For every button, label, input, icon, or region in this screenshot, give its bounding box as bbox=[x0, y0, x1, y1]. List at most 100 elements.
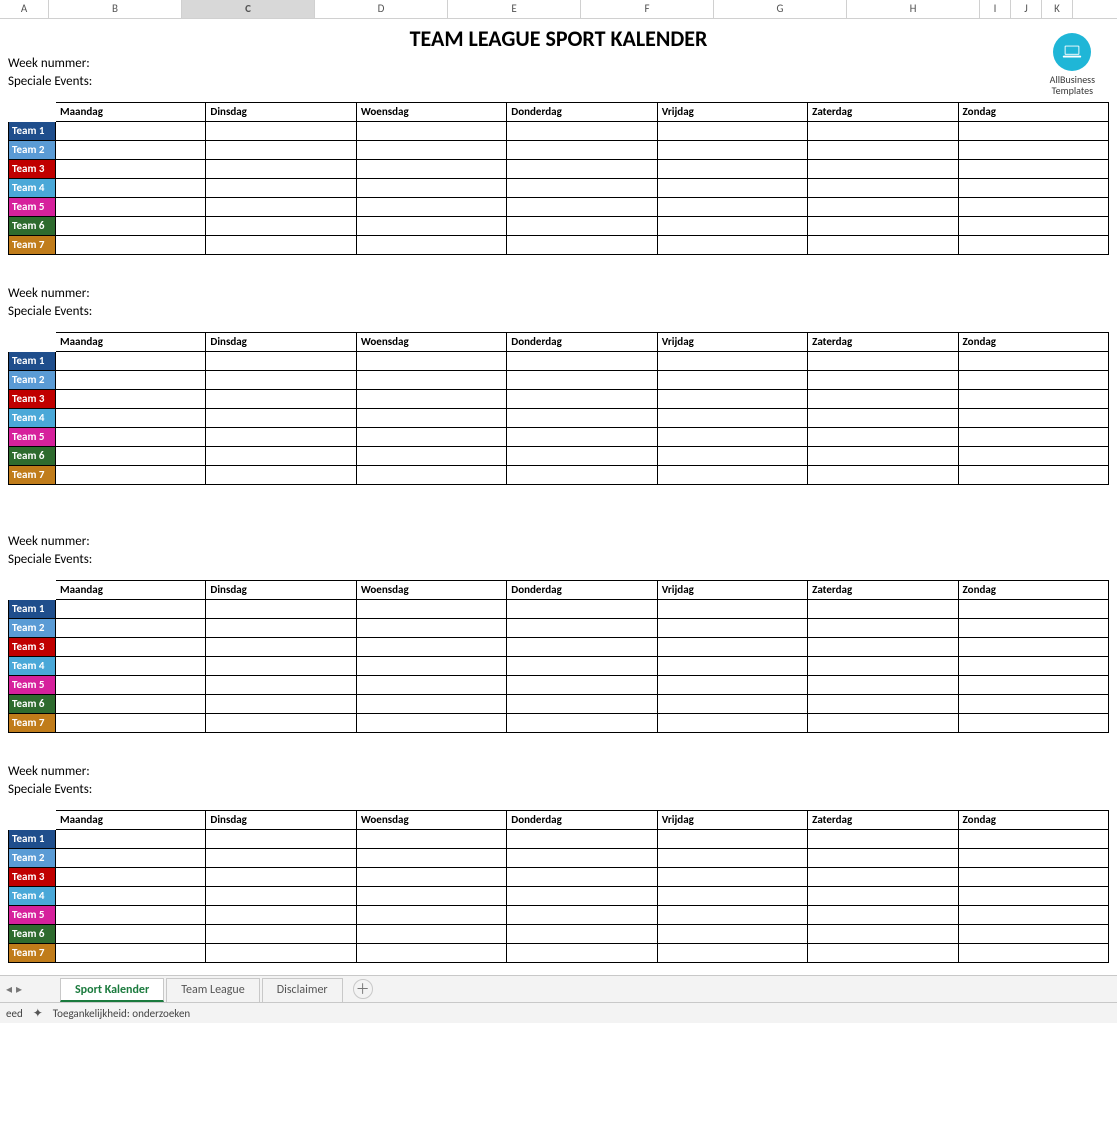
schedule-cell[interactable] bbox=[206, 714, 356, 733]
schedule-cell[interactable] bbox=[959, 141, 1109, 160]
schedule-cell[interactable] bbox=[808, 638, 958, 657]
schedule-cell[interactable] bbox=[959, 868, 1109, 887]
schedule-cell[interactable] bbox=[959, 217, 1109, 236]
schedule-cell[interactable] bbox=[658, 352, 808, 371]
schedule-cell[interactable] bbox=[56, 830, 206, 849]
schedule-cell[interactable] bbox=[357, 466, 507, 485]
schedule-cell[interactable] bbox=[507, 925, 657, 944]
schedule-cell[interactable] bbox=[357, 868, 507, 887]
schedule-cell[interactable] bbox=[959, 657, 1109, 676]
schedule-cell[interactable] bbox=[507, 409, 657, 428]
schedule-cell[interactable] bbox=[808, 695, 958, 714]
schedule-cell[interactable] bbox=[357, 179, 507, 198]
schedule-cell[interactable] bbox=[56, 657, 206, 676]
column-header-J[interactable]: J bbox=[1011, 0, 1042, 18]
schedule-cell[interactable] bbox=[56, 428, 206, 447]
schedule-cell[interactable] bbox=[658, 371, 808, 390]
schedule-cell[interactable] bbox=[357, 409, 507, 428]
schedule-cell[interactable] bbox=[507, 141, 657, 160]
schedule-cell[interactable] bbox=[959, 830, 1109, 849]
schedule-cell[interactable] bbox=[206, 352, 356, 371]
column-header-H[interactable]: H bbox=[847, 0, 980, 18]
schedule-cell[interactable] bbox=[808, 868, 958, 887]
schedule-cell[interactable] bbox=[658, 868, 808, 887]
schedule-cell[interactable] bbox=[206, 925, 356, 944]
schedule-cell[interactable] bbox=[658, 906, 808, 925]
schedule-cell[interactable] bbox=[959, 619, 1109, 638]
schedule-cell[interactable] bbox=[658, 925, 808, 944]
tab-nav-next-icon[interactable]: ▸ bbox=[16, 982, 22, 997]
schedule-cell[interactable] bbox=[206, 371, 356, 390]
schedule-cell[interactable] bbox=[959, 390, 1109, 409]
schedule-cell[interactable] bbox=[959, 849, 1109, 868]
schedule-cell[interactable] bbox=[56, 236, 206, 255]
schedule-cell[interactable] bbox=[357, 676, 507, 695]
column-header-C[interactable]: C bbox=[182, 0, 315, 18]
schedule-cell[interactable] bbox=[206, 695, 356, 714]
schedule-cell[interactable] bbox=[507, 849, 657, 868]
sheet-tab[interactable]: Team League bbox=[166, 978, 260, 1002]
schedule-cell[interactable] bbox=[808, 409, 958, 428]
schedule-cell[interactable] bbox=[658, 676, 808, 695]
schedule-cell[interactable] bbox=[206, 428, 356, 447]
column-header-K[interactable]: K bbox=[1042, 0, 1073, 18]
schedule-cell[interactable] bbox=[357, 714, 507, 733]
schedule-cell[interactable] bbox=[959, 925, 1109, 944]
schedule-cell[interactable] bbox=[658, 236, 808, 255]
schedule-cell[interactable] bbox=[808, 371, 958, 390]
schedule-cell[interactable] bbox=[357, 122, 507, 141]
schedule-cell[interactable] bbox=[658, 619, 808, 638]
schedule-cell[interactable] bbox=[808, 830, 958, 849]
schedule-cell[interactable] bbox=[357, 352, 507, 371]
schedule-cell[interactable] bbox=[808, 714, 958, 733]
schedule-cell[interactable] bbox=[959, 352, 1109, 371]
schedule-cell[interactable] bbox=[206, 600, 356, 619]
schedule-cell[interactable] bbox=[959, 371, 1109, 390]
schedule-cell[interactable] bbox=[808, 352, 958, 371]
schedule-cell[interactable] bbox=[206, 122, 356, 141]
schedule-cell[interactable] bbox=[206, 390, 356, 409]
schedule-cell[interactable] bbox=[56, 409, 206, 428]
schedule-cell[interactable] bbox=[808, 466, 958, 485]
schedule-cell[interactable] bbox=[357, 925, 507, 944]
schedule-cell[interactable] bbox=[507, 390, 657, 409]
schedule-cell[interactable] bbox=[357, 657, 507, 676]
schedule-cell[interactable] bbox=[206, 160, 356, 179]
schedule-cell[interactable] bbox=[959, 887, 1109, 906]
schedule-cell[interactable] bbox=[658, 887, 808, 906]
schedule-cell[interactable] bbox=[808, 676, 958, 695]
schedule-cell[interactable] bbox=[658, 849, 808, 868]
tab-nav-prev-icon[interactable]: ◂ bbox=[6, 982, 12, 997]
schedule-cell[interactable] bbox=[56, 925, 206, 944]
schedule-cell[interactable] bbox=[56, 676, 206, 695]
schedule-cell[interactable] bbox=[56, 390, 206, 409]
schedule-cell[interactable] bbox=[959, 944, 1109, 963]
schedule-cell[interactable] bbox=[56, 600, 206, 619]
schedule-cell[interactable] bbox=[206, 466, 356, 485]
schedule-cell[interactable] bbox=[206, 887, 356, 906]
sheet-tab[interactable]: Sport Kalender bbox=[60, 978, 164, 1002]
schedule-cell[interactable] bbox=[206, 849, 356, 868]
schedule-cell[interactable] bbox=[808, 122, 958, 141]
schedule-cell[interactable] bbox=[959, 409, 1109, 428]
schedule-cell[interactable] bbox=[658, 657, 808, 676]
column-header-B[interactable]: B bbox=[49, 0, 182, 18]
schedule-cell[interactable] bbox=[658, 714, 808, 733]
schedule-cell[interactable] bbox=[56, 447, 206, 466]
schedule-cell[interactable] bbox=[658, 160, 808, 179]
schedule-cell[interactable] bbox=[357, 849, 507, 868]
schedule-cell[interactable] bbox=[808, 887, 958, 906]
schedule-cell[interactable] bbox=[959, 122, 1109, 141]
schedule-cell[interactable] bbox=[507, 695, 657, 714]
schedule-cell[interactable] bbox=[357, 944, 507, 963]
schedule-cell[interactable] bbox=[808, 447, 958, 466]
schedule-cell[interactable] bbox=[507, 600, 657, 619]
schedule-cell[interactable] bbox=[56, 217, 206, 236]
column-header-G[interactable]: G bbox=[714, 0, 847, 18]
schedule-cell[interactable] bbox=[658, 428, 808, 447]
schedule-cell[interactable] bbox=[507, 428, 657, 447]
column-header-E[interactable]: E bbox=[448, 0, 581, 18]
schedule-cell[interactable] bbox=[658, 217, 808, 236]
schedule-cell[interactable] bbox=[206, 619, 356, 638]
schedule-cell[interactable] bbox=[56, 906, 206, 925]
